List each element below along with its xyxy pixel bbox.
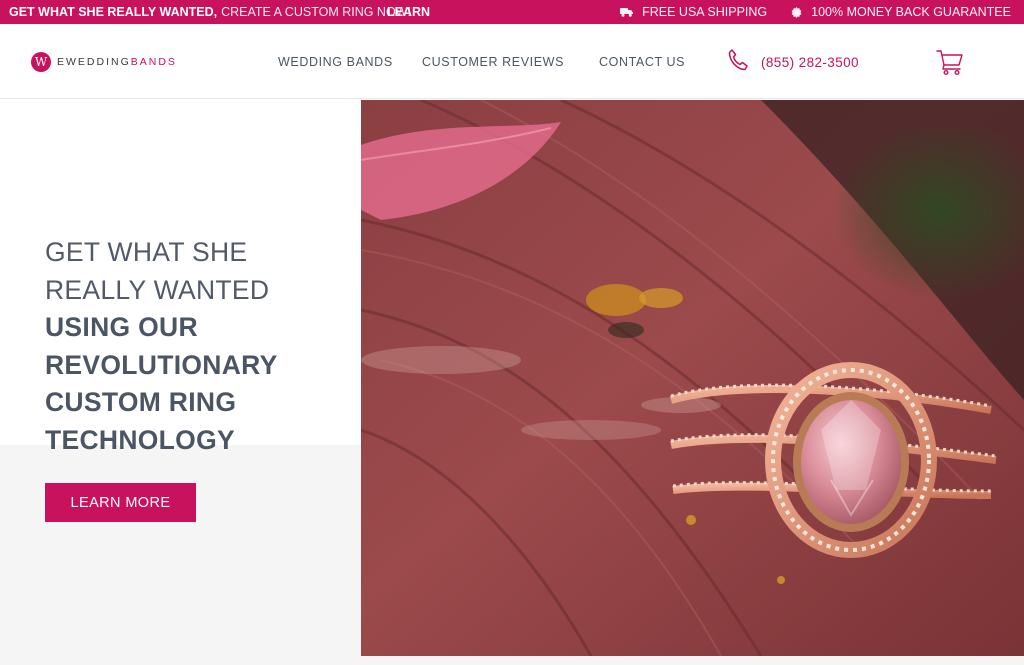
promo-perks: FREE USA SHIPPING 100% MONEY BACK GUARAN…	[620, 0, 1011, 24]
hero-line-bold-1: USING OUR	[45, 312, 198, 342]
promo-headline: GET WHAT SHE REALLY WANTED, CREATE A CUS…	[9, 0, 411, 24]
hero-ring-image	[361, 100, 1024, 656]
promo-bar: GET WHAT SHE REALLY WANTED, CREATE A CUS…	[0, 0, 1024, 24]
promo-learn-link[interactable]: LEARN	[387, 0, 430, 24]
money-back-guarantee: 100% MONEY BACK GUARANTEE	[791, 5, 1011, 19]
truck-icon	[620, 7, 634, 17]
nav-customer-reviews[interactable]: CUSTOMER REVIEWS	[422, 55, 564, 69]
hero-left-panel-lower	[0, 445, 361, 665]
free-shipping: FREE USA SHIPPING	[620, 5, 767, 19]
free-shipping-label: FREE USA SHIPPING	[642, 5, 768, 19]
phone-icon	[727, 48, 749, 77]
nav-contact-us[interactable]: CONTACT US	[599, 55, 685, 69]
hero-line-light-2: REALLY WANTED	[45, 275, 270, 305]
money-back-label: 100% MONEY BACK GUARANTEE	[811, 5, 1011, 19]
nav-wedding-bands[interactable]: WEDDING BANDS	[278, 55, 393, 69]
hero-line-bold-4: TECHNOLOGY	[45, 424, 235, 455]
phone-number: (855) 282-3500	[761, 55, 859, 70]
hero-bottom-strip	[361, 656, 1024, 665]
phone-link[interactable]: (855) 282-3500	[727, 48, 859, 77]
site-logo[interactable]: W EWEDDINGBANDS	[31, 52, 177, 72]
promo-headline-light: CREATE A CUSTOM RING NOW!	[221, 5, 411, 19]
hero-line-bold-3: CUSTOM RING	[45, 387, 237, 417]
hero-line-light-1: GET WHAT SHE	[45, 237, 248, 267]
learn-more-button[interactable]: LEARN MORE	[45, 483, 196, 522]
hero-headline: GET WHAT SHE REALLY WANTED USING OUR REV…	[45, 233, 345, 459]
logo-part2: BANDS	[130, 56, 177, 68]
hero-line-bold-2: REVOLUTIONARY	[45, 349, 278, 380]
cart-icon	[935, 50, 965, 80]
logo-part1: EWEDDING	[57, 56, 131, 68]
promo-headline-strong: GET WHAT SHE REALLY WANTED,	[9, 5, 218, 19]
cart-button[interactable]	[935, 48, 965, 81]
site-header: W EWEDDINGBANDS WEDDING BANDS CUSTOMER R…	[0, 24, 1024, 99]
logo-wordmark: EWEDDINGBANDS	[57, 56, 177, 68]
badge-icon	[791, 6, 802, 18]
logo-mark: W	[31, 52, 51, 72]
